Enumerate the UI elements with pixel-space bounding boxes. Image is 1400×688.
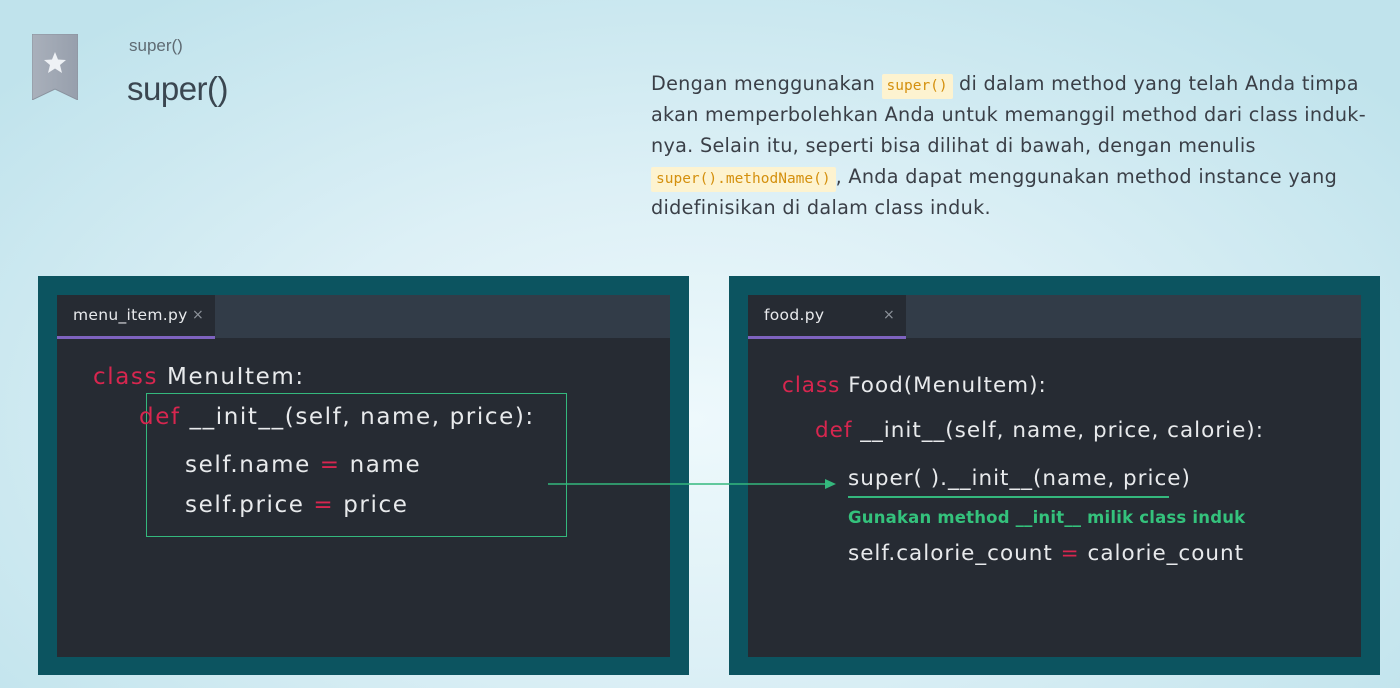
arrow-right-icon [548, 479, 836, 489]
